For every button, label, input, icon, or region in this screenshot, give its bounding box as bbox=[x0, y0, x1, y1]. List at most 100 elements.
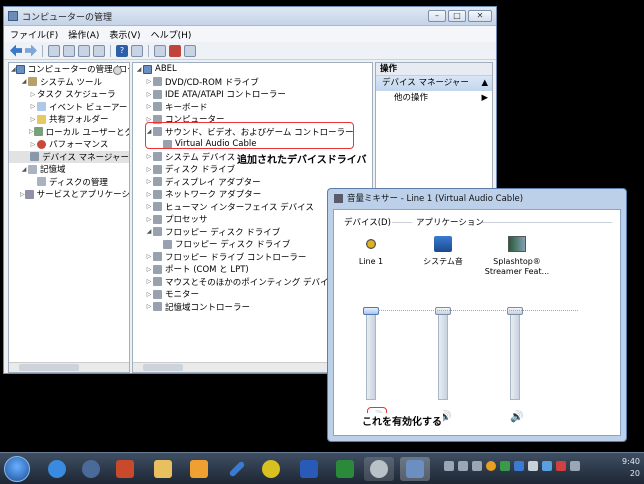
line1-slider-thumb[interactable] bbox=[363, 307, 379, 315]
expander-icon[interactable]: ▷ bbox=[145, 253, 153, 260]
expander-icon[interactable]: ▷ bbox=[20, 191, 25, 198]
scan-hardware-icon[interactable] bbox=[154, 44, 166, 57]
minimize-button[interactable]: – bbox=[428, 10, 446, 22]
tree-item[interactable]: ▷ タスク スケジューラ bbox=[9, 66, 129, 101]
clock[interactable]: 9:40 20 bbox=[622, 456, 640, 480]
expander-icon[interactable]: ◢ bbox=[145, 228, 153, 235]
menu-action[interactable]: 操作(A) bbox=[68, 28, 99, 41]
update-driver-icon[interactable] bbox=[184, 44, 196, 57]
expander-icon[interactable]: ▷ bbox=[145, 191, 153, 198]
expander-icon[interactable]: ▷ bbox=[145, 266, 153, 273]
mixer-body: デバイス(D) アプリケーション Line 1 システム音 Splashtop®… bbox=[333, 209, 621, 436]
help-icon[interactable]: ? bbox=[116, 44, 128, 57]
splashtop-volume-slider[interactable] bbox=[510, 310, 520, 400]
word-taskbar-button[interactable] bbox=[294, 457, 324, 481]
expander-icon[interactable]: ▷ bbox=[29, 128, 34, 135]
expander-icon[interactable]: ▷ bbox=[29, 91, 37, 98]
properties-icon[interactable] bbox=[78, 44, 90, 57]
explorer-taskbar-button[interactable] bbox=[148, 457, 178, 481]
expander-icon[interactable]: ▷ bbox=[145, 103, 153, 110]
tray-icon-2[interactable] bbox=[458, 461, 468, 471]
console-tree-icon[interactable] bbox=[93, 44, 105, 57]
tree-item[interactable]: ◢コンピューターの管理 (ローカ bbox=[9, 63, 129, 76]
close-button[interactable]: ✕ bbox=[468, 10, 492, 22]
menu-file[interactable]: ファイル(F) bbox=[10, 28, 58, 41]
expander-icon[interactable]: ▷ bbox=[145, 203, 153, 210]
paint-taskbar-button[interactable] bbox=[222, 457, 252, 481]
tree-item[interactable]: ▷ パフォーマンス bbox=[9, 138, 129, 151]
forward-icon[interactable] bbox=[25, 45, 37, 57]
menu-view[interactable]: 表示(V) bbox=[109, 28, 140, 41]
expander-icon[interactable]: ◢ bbox=[20, 78, 28, 85]
tree-item[interactable]: ◢ システム ツール bbox=[9, 76, 129, 89]
expander-icon[interactable]: ◢ bbox=[11, 66, 16, 73]
tray-icon-9[interactable] bbox=[556, 461, 566, 471]
up-folder-icon[interactable] bbox=[48, 44, 60, 57]
expander-icon[interactable]: ◢ bbox=[135, 66, 143, 73]
actions-more[interactable]: 他の操作 ▶ bbox=[376, 91, 492, 105]
splashtop-slider-thumb[interactable] bbox=[507, 307, 523, 315]
tree-item[interactable]: ▷ 共有フォルダー bbox=[9, 113, 129, 126]
collapse-arrow-icon: ▲ bbox=[481, 78, 488, 88]
refresh-icon[interactable] bbox=[131, 44, 143, 57]
media-taskbar-button[interactable] bbox=[76, 457, 106, 481]
tray-icon-7[interactable] bbox=[528, 461, 538, 471]
expander-icon[interactable]: ▷ bbox=[29, 116, 37, 123]
tree-item[interactable]: ディスクの管理 bbox=[9, 176, 129, 189]
tray-icon-1[interactable] bbox=[444, 461, 454, 471]
device-label: マウスとそのほかのポインティング デバイス bbox=[165, 277, 337, 288]
tree-item[interactable]: ▷ ローカル ユーザーとグ bbox=[9, 126, 129, 139]
player-taskbar-button[interactable] bbox=[184, 457, 214, 481]
tree-item[interactable]: ▷ イベント ビューアー bbox=[9, 101, 129, 114]
actions-section-device-manager[interactable]: デバイス マネージャー ▲ bbox=[376, 76, 492, 91]
expander-icon[interactable]: ▷ bbox=[145, 303, 153, 310]
expander-icon[interactable]: ▷ bbox=[145, 91, 153, 98]
system-volume-slider[interactable] bbox=[438, 310, 448, 400]
computer-icon bbox=[15, 64, 25, 74]
tray-icon-8[interactable] bbox=[542, 461, 552, 471]
expander-icon[interactable]: ◢ bbox=[20, 166, 28, 173]
expander-icon[interactable]: ▷ bbox=[145, 216, 153, 223]
device-icon bbox=[153, 277, 162, 287]
tray-icon-3[interactable] bbox=[472, 461, 482, 471]
expander-icon[interactable]: ▷ bbox=[145, 153, 153, 160]
device-icon bbox=[153, 77, 162, 87]
expander-icon[interactable]: ▷ bbox=[145, 166, 153, 173]
cm-taskbar-button[interactable] bbox=[400, 457, 430, 481]
device-root[interactable]: ◢ ABEL bbox=[133, 63, 372, 76]
device-category[interactable]: ▷ キーボード bbox=[133, 101, 372, 114]
splashtop-mute-icon[interactable]: 🔊 bbox=[510, 411, 524, 423]
tree-item[interactable]: ▷ サービスとアプリケーション bbox=[9, 188, 129, 201]
expander-icon[interactable]: ▷ bbox=[145, 78, 153, 85]
device-category[interactable]: ▷ IDE ATA/ATAPI コントローラー bbox=[133, 88, 372, 101]
excel-taskbar-button[interactable] bbox=[330, 457, 360, 481]
maximize-button[interactable]: □ bbox=[448, 10, 466, 22]
expander-icon[interactable]: ▷ bbox=[145, 278, 153, 285]
device-category[interactable]: ▷ ディスプレイ アダプター bbox=[133, 176, 372, 189]
tray-icon-5[interactable] bbox=[500, 461, 510, 471]
tray-icon-10[interactable] bbox=[570, 461, 580, 471]
expander-icon[interactable]: ▷ bbox=[29, 103, 37, 110]
expander-icon[interactable]: ▷ bbox=[145, 178, 153, 185]
tree-scrollbar-h[interactable] bbox=[9, 362, 129, 372]
app-sw-taskbar-button[interactable] bbox=[256, 457, 286, 481]
show-hide-tree-icon[interactable] bbox=[63, 44, 75, 57]
device-icon bbox=[153, 264, 162, 274]
mixer-taskbar-button[interactable] bbox=[364, 457, 394, 481]
system-slider-thumb[interactable] bbox=[435, 307, 451, 315]
tray-icon-4[interactable] bbox=[486, 461, 496, 471]
device-category[interactable]: ▷ DVD/CD-ROM ドライブ bbox=[133, 76, 372, 89]
tray-icon-6[interactable] bbox=[514, 461, 524, 471]
ie-taskbar-button[interactable] bbox=[42, 457, 72, 481]
expander-icon[interactable]: ▷ bbox=[145, 291, 153, 298]
line1-volume-slider[interactable] bbox=[366, 310, 376, 400]
archive-taskbar-button[interactable] bbox=[110, 457, 140, 481]
tree-item[interactable]: ◢ 記憶域 bbox=[9, 163, 129, 176]
uninstall-icon[interactable] bbox=[169, 44, 181, 57]
menu-help[interactable]: ヘルプ(H) bbox=[151, 28, 192, 41]
start-button[interactable] bbox=[4, 456, 30, 482]
tree-item[interactable]: デバイス マネージャー bbox=[9, 150, 129, 163]
back-icon[interactable] bbox=[10, 44, 22, 57]
expander-icon[interactable]: ▷ bbox=[29, 141, 37, 148]
actions-section-label: デバイス マネージャー bbox=[382, 78, 469, 88]
